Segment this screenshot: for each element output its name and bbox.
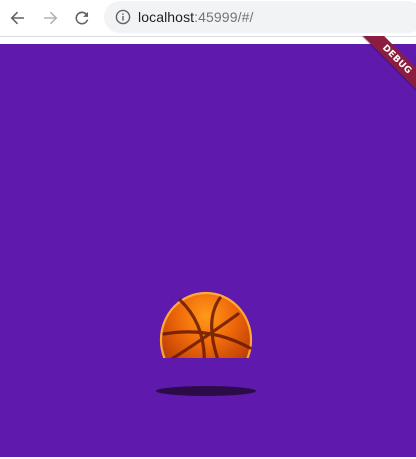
basketball[interactable]	[150, 248, 260, 389]
info-icon[interactable]	[115, 9, 131, 25]
reload-icon	[75, 11, 89, 25]
arrow-left-icon	[10, 11, 24, 25]
debug-ribbon: DEBUG	[356, 36, 416, 96]
url-path: :45999/#/	[194, 9, 254, 25]
forward-button[interactable]	[38, 6, 62, 30]
arrow-right-icon	[44, 11, 58, 25]
address-bar[interactable]: localhost:45999/#/	[104, 1, 416, 33]
debug-band: DEBUG	[359, 36, 416, 96]
url-host: localhost	[138, 9, 195, 25]
browser-toolbar: localhost:45999/#/	[0, 0, 416, 36]
ball-shadow	[156, 386, 256, 396]
url-text[interactable]: localhost:45999/#/	[138, 8, 253, 26]
back-button[interactable]	[6, 6, 30, 30]
reload-button[interactable]	[70, 6, 94, 30]
debug-label: DEBUG	[380, 42, 414, 77]
basketball-icon	[159, 291, 253, 389]
app-top-gap	[0, 37, 416, 44]
